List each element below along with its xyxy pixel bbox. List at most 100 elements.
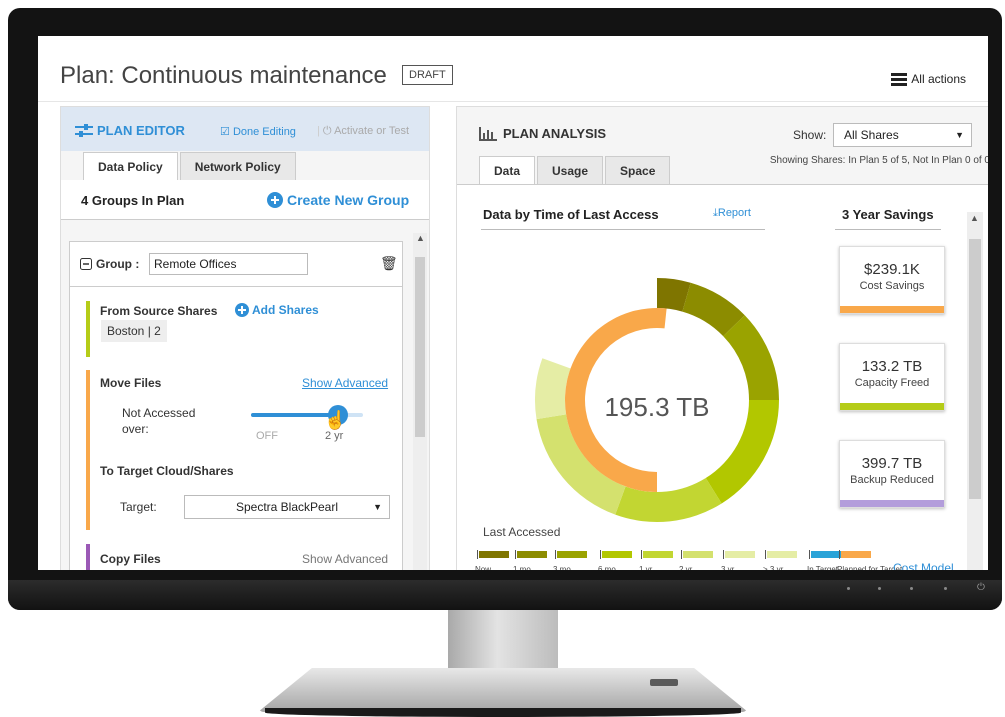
trash-icon[interactable]: 🗑 bbox=[380, 255, 398, 272]
scroll-up-icon[interactable]: ▲ bbox=[416, 233, 425, 243]
power-icon: ⏻ bbox=[977, 582, 985, 593]
move-show-advanced-link[interactable]: Show Advanced bbox=[302, 376, 388, 390]
caret-down-icon: ▼ bbox=[373, 502, 382, 512]
add-shares-button[interactable]: Add Shares bbox=[235, 303, 319, 317]
plan-editor-panel: PLAN EDITOR ☑ Done Editing | ⏻ Activate … bbox=[60, 106, 430, 570]
done-editing-button[interactable]: ☑ Done Editing bbox=[220, 125, 296, 138]
add-shares-label: Add Shares bbox=[252, 303, 319, 317]
monitor-stand-neck bbox=[448, 610, 558, 674]
slider-value-label: 2 yr bbox=[325, 430, 344, 442]
sliders-icon bbox=[75, 123, 93, 137]
monitor-button-3 bbox=[910, 587, 913, 590]
savings-color-bar bbox=[840, 403, 944, 410]
legend-separator bbox=[765, 550, 766, 559]
report-label: Report bbox=[717, 207, 751, 219]
savings-divider bbox=[835, 229, 941, 230]
monitor-stand-rim bbox=[265, 708, 741, 717]
legend-label: 1 mo bbox=[513, 565, 531, 570]
legend-swatch bbox=[517, 551, 547, 558]
plan-editor-title: PLAN EDITOR bbox=[75, 123, 185, 138]
legend-swatch bbox=[811, 551, 841, 558]
cost-model-link[interactable]: Cost Model bbox=[893, 561, 954, 570]
group-card: Group : 🗑 From Source Shares Add Shares … bbox=[69, 241, 403, 570]
monitor-button-4 bbox=[944, 587, 947, 590]
savings-value: $239.1K bbox=[864, 261, 920, 278]
legend-separator bbox=[641, 550, 642, 559]
source-section-bar bbox=[86, 301, 90, 357]
legend-separator bbox=[515, 550, 516, 559]
hand-cursor-icon: ☝ bbox=[324, 410, 347, 430]
group-divider bbox=[70, 286, 402, 287]
legend-swatch bbox=[767, 551, 797, 558]
legend-swatch bbox=[841, 551, 871, 558]
show-label: Show: bbox=[793, 128, 827, 142]
legend-label: 3 mo bbox=[553, 565, 571, 570]
legend-title: Last Accessed bbox=[483, 525, 561, 539]
legend-label: 6 mo bbox=[598, 565, 616, 570]
tab-data[interactable]: Data bbox=[479, 156, 536, 184]
target-title: To Target Cloud/Shares bbox=[100, 464, 234, 478]
target-select[interactable]: Spectra BlackPearl ▼ bbox=[184, 495, 390, 519]
activate-label: Activate or Test bbox=[334, 125, 410, 137]
plus-circle-icon bbox=[235, 303, 249, 317]
tab-data-policy[interactable]: Data Policy bbox=[83, 152, 178, 180]
legend-label: In Target bbox=[807, 565, 838, 570]
chart-title: Data by Time of Last Access bbox=[483, 207, 659, 222]
savings-card-backup: 399.7 TB Backup Reduced bbox=[839, 440, 945, 508]
legend-separator bbox=[477, 550, 478, 559]
donut-total-label: 195.3 TB bbox=[604, 392, 710, 422]
monitor-stand-base bbox=[258, 668, 748, 712]
editor-scroll-thumb[interactable] bbox=[415, 257, 425, 437]
source-share-chip[interactable]: Boston | 2 bbox=[101, 320, 167, 342]
legend-swatch bbox=[479, 551, 509, 558]
legend-swatch bbox=[602, 551, 632, 558]
status-badge: DRAFT bbox=[402, 65, 453, 85]
tab-network-policy[interactable]: Network Policy bbox=[179, 152, 296, 180]
plan-analysis-panel: PLAN ANALYSIS Show: All Shares ▼ Showing… bbox=[456, 106, 988, 570]
copy-section-bar bbox=[86, 544, 90, 570]
copy-show-advanced-link[interactable]: Show Advanced bbox=[302, 552, 388, 566]
tab-space[interactable]: Space bbox=[605, 156, 671, 184]
done-editing-label: Done Editing bbox=[232, 126, 296, 138]
analysis-scroll-thumb[interactable] bbox=[969, 239, 981, 499]
plan-analysis-title: PLAN ANALYSIS bbox=[479, 126, 606, 141]
legend-separator bbox=[681, 550, 682, 559]
target-value: Spectra BlackPearl bbox=[235, 500, 339, 514]
legend-swatch bbox=[725, 551, 755, 558]
caret-down-icon: ▼ bbox=[955, 130, 964, 140]
show-shares-select[interactable]: All Shares ▼ bbox=[833, 123, 972, 147]
move-files-title: Move Files bbox=[100, 376, 162, 390]
show-shares-value: All Shares bbox=[844, 128, 899, 142]
showing-shares-text: Showing Shares: In Plan 5 of 5, Not In P… bbox=[769, 155, 988, 166]
report-button[interactable]: ⤓Report bbox=[713, 207, 751, 220]
create-new-group-button[interactable]: Create New Group bbox=[267, 192, 409, 208]
legend-swatch bbox=[683, 551, 713, 558]
savings-title: 3 Year Savings bbox=[842, 207, 934, 222]
savings-label: Cost Savings bbox=[859, 280, 925, 292]
group-label[interactable]: Group : bbox=[80, 257, 139, 271]
legend-separator bbox=[723, 550, 724, 559]
age-slider-fill bbox=[251, 413, 335, 417]
savings-color-bar bbox=[840, 306, 944, 313]
savings-color-bar bbox=[840, 500, 944, 507]
plan-editor-label: PLAN EDITOR bbox=[97, 123, 185, 138]
group-name-input[interactable] bbox=[149, 253, 308, 275]
scroll-up-icon[interactable]: ▲ bbox=[970, 213, 979, 223]
groups-row: 4 Groups In Plan Create New Group bbox=[61, 180, 429, 220]
legend-label: Now bbox=[475, 565, 492, 570]
savings-value: 399.7 TB bbox=[861, 455, 923, 472]
monitor-button-1 bbox=[847, 587, 850, 590]
plan-header: Plan: Continuous maintenance DRAFT All a… bbox=[38, 36, 988, 102]
donut-outer-slice-6 bbox=[535, 358, 571, 420]
all-actions-button[interactable]: All actions bbox=[891, 72, 966, 86]
legend-label: 3 yr bbox=[721, 565, 735, 570]
legend-swatch bbox=[643, 551, 673, 558]
tab-usage[interactable]: Usage bbox=[537, 156, 604, 184]
activate-or-test-button[interactable]: | ⏻ Activate or Test bbox=[317, 125, 409, 138]
monitor-button-2 bbox=[878, 587, 881, 590]
legend-separator bbox=[809, 550, 810, 559]
plan-analysis-label: PLAN ANALYSIS bbox=[503, 126, 607, 141]
slider-min-label: OFF bbox=[256, 430, 278, 442]
legend-label: > 3 yr bbox=[763, 565, 784, 570]
move-section-bar bbox=[86, 370, 90, 530]
